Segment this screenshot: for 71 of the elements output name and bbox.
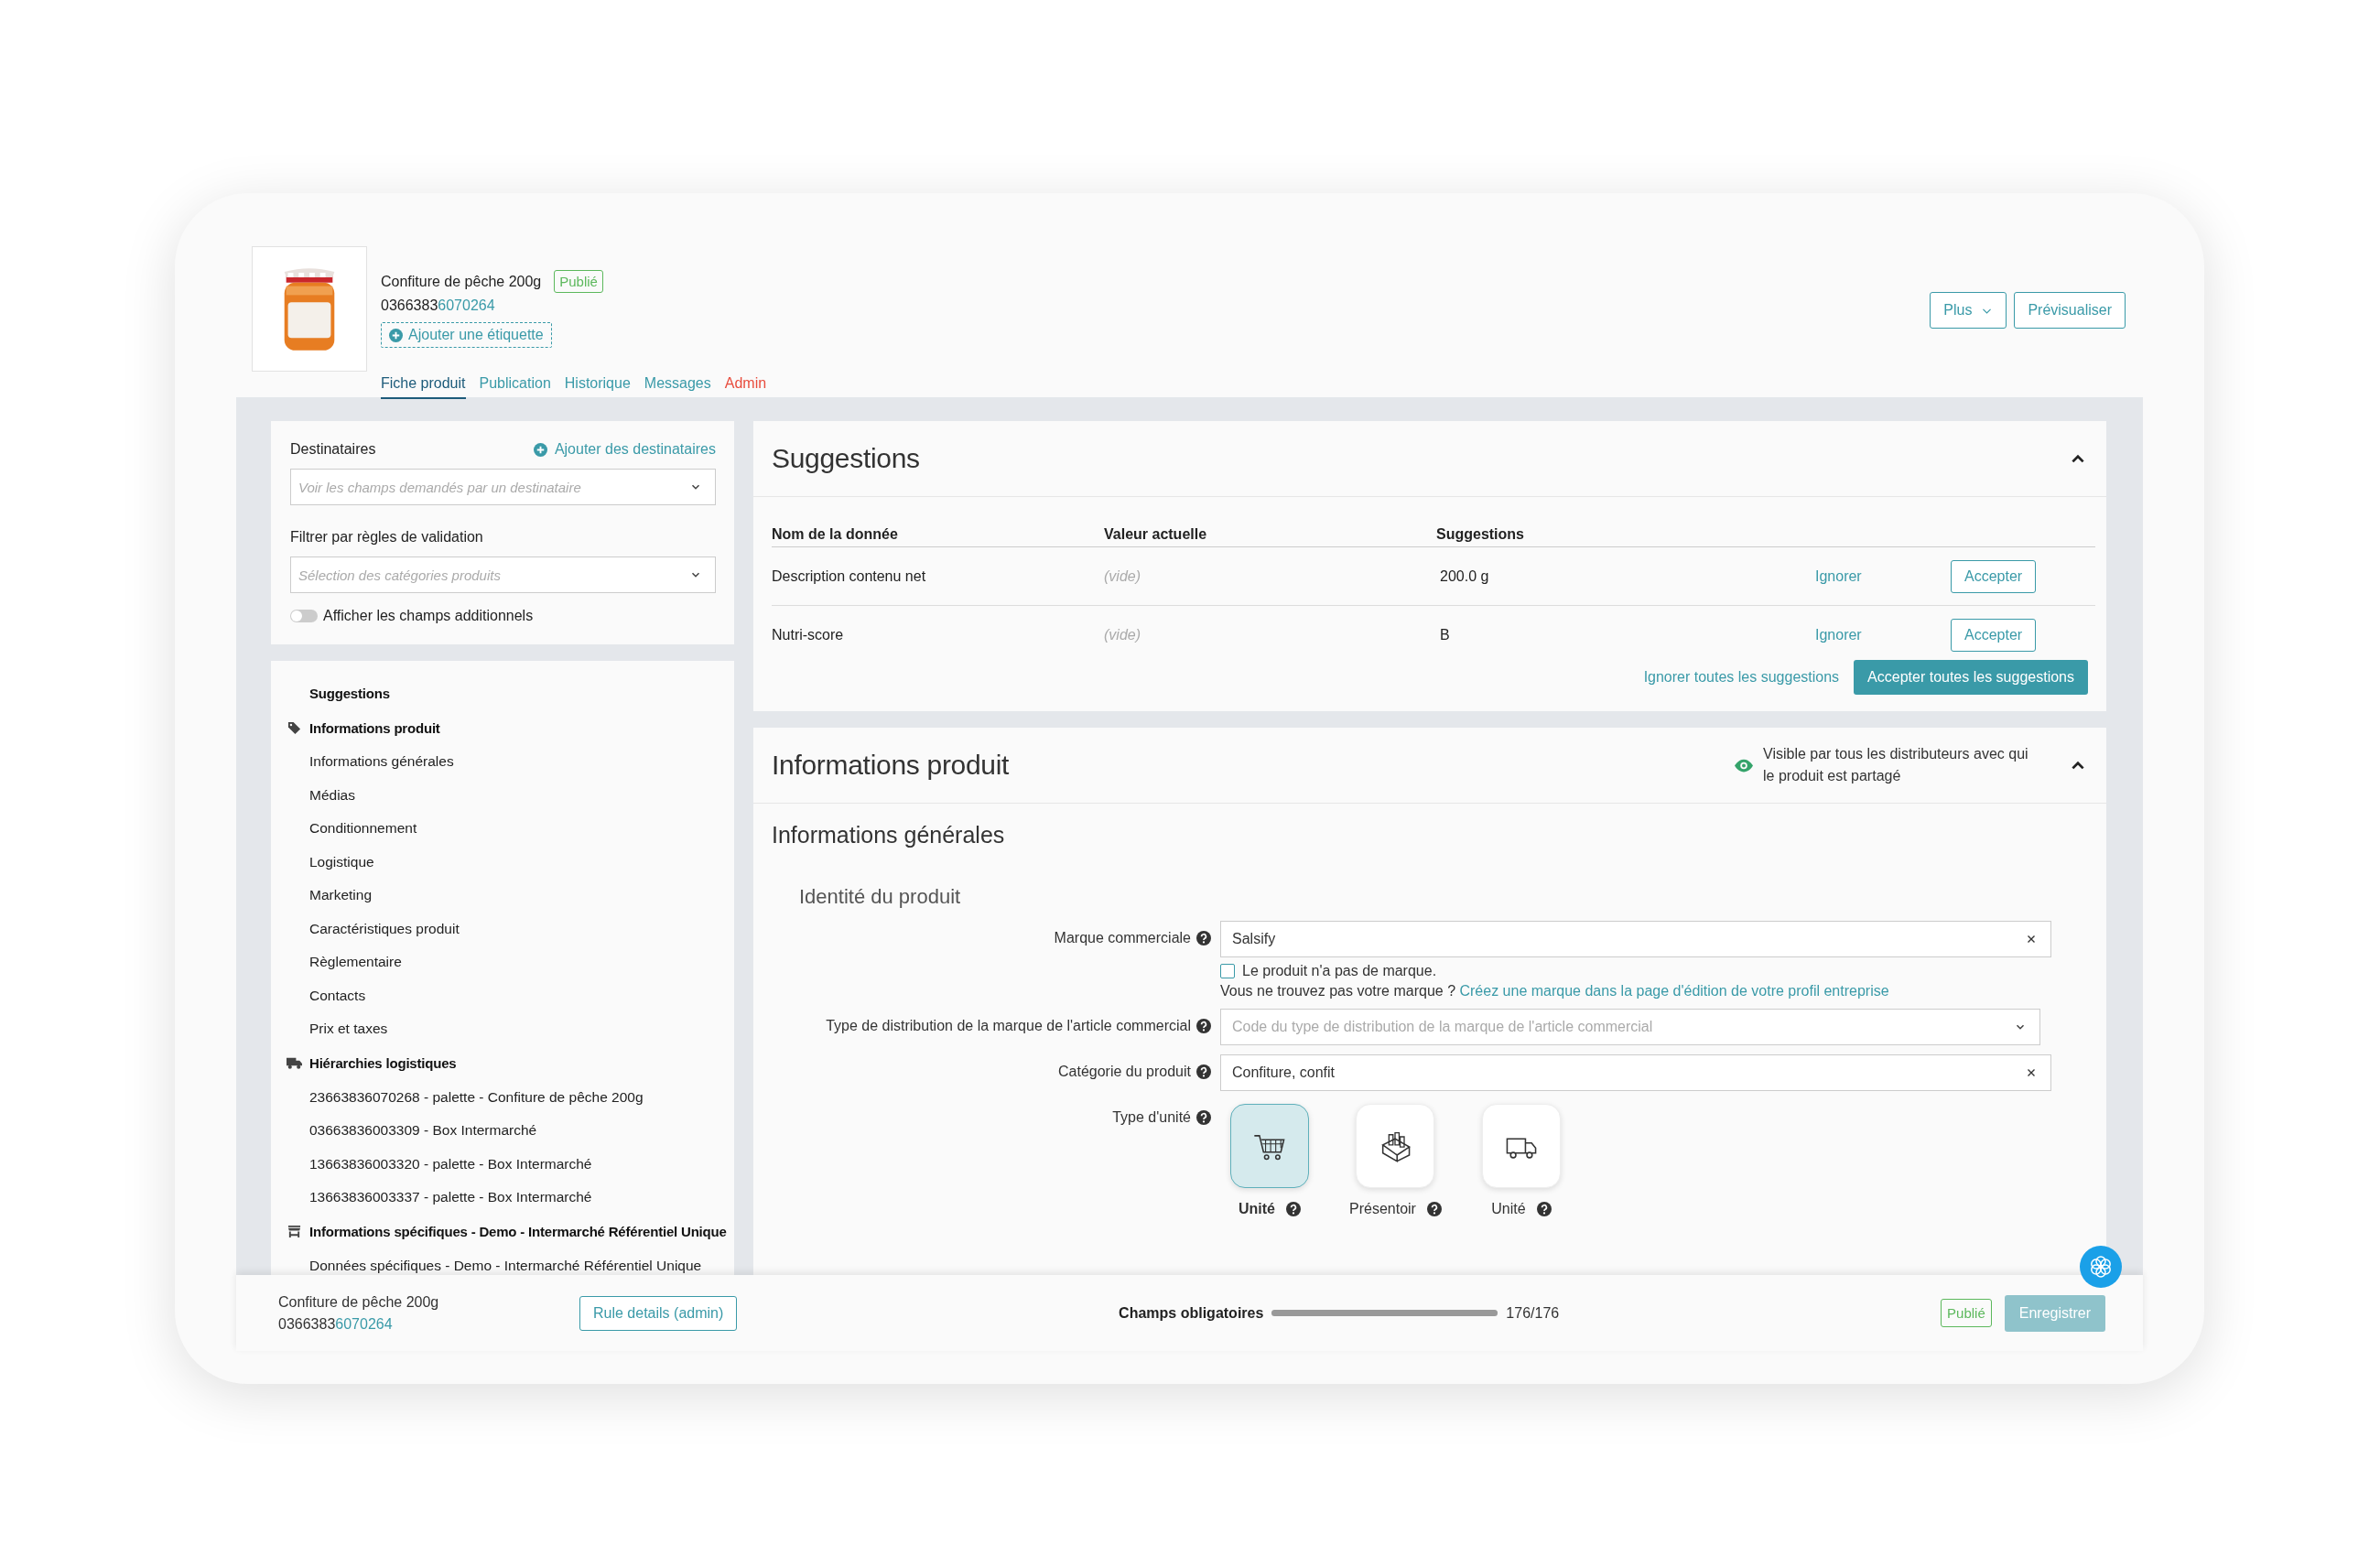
nav-section-link[interactable]: Suggestions	[309, 685, 390, 701]
unit-label: Unité	[1239, 1201, 1275, 1217]
column-header: Valeur actuelle	[1104, 526, 1208, 543]
help-icon	[1196, 1019, 1211, 1033]
nav-link[interactable]: Caractéristiques produit	[287, 912, 725, 945]
input-field[interactable]: Salsify	[1220, 921, 2051, 957]
column-header: Nom de la donnée	[772, 526, 899, 543]
help-icon	[1196, 1110, 1211, 1125]
visibility-note: Visible par tous les distributeurs avec qui le produit est partagé	[1763, 745, 2029, 785]
nav-link[interactable]: Données spécifiques - Demo - Intermarché Référentiel Unique	[287, 1248, 725, 1275]
field-label: Filtrer par règles de validation	[290, 529, 484, 546]
status-badge: Publié	[1941, 1299, 1992, 1327]
hint-text: Vous ne trouvez pas votre marque ? Créez une marque dans la page d'édition de votre profil entreprise	[1220, 983, 1889, 999]
eye-icon	[1735, 758, 1753, 773]
nav-link[interactable]: Prix et taxes	[287, 1012, 725, 1046]
field-label: Type d'unité	[1112, 1109, 1191, 1126]
nav-link[interactable]: Marketing	[287, 879, 725, 913]
table-cell-text: Description contenu net	[772, 567, 927, 585]
nav-link[interactable]: 23663836070268 - palette - Confiture de pêche 200g	[287, 1080, 725, 1114]
flower-button-icon[interactable]	[2080, 1246, 2122, 1288]
subsection-title: Identité du produit	[799, 885, 962, 909]
column-header: Suggestions	[1436, 526, 1525, 543]
unit-type-option[interactable]	[1230, 1104, 1309, 1188]
nav-link[interactable]: Informations générales	[287, 745, 725, 779]
table-cell-text: (vide)	[1104, 626, 1141, 643]
table-cell-text: Nutri-score	[772, 626, 845, 643]
progress-label: Champs obligatoires	[1119, 1304, 1264, 1322]
nav-section-link[interactable]: Informations spécifiques - Demo - Intermarché Référentiel Unique	[309, 1224, 727, 1239]
toggle-label: Afficher les champs additionnels	[323, 608, 534, 624]
field-label: Destinataires	[290, 441, 376, 458]
nav-link[interactable]: 13663836003320 - palette - Box Intermarché	[287, 1147, 725, 1181]
help-icon	[1196, 1064, 1211, 1079]
field-label: Type de distribution de la marque de l'article commercial	[826, 1018, 1191, 1034]
checkbox-label: Le produit n'a pas de marque.	[1242, 963, 1437, 979]
nav-link[interactable]: Médias	[287, 778, 725, 812]
help-icon	[1536, 1202, 1552, 1216]
field-label: Marque commerciale	[1054, 930, 1191, 946]
unit-label: Unité	[1491, 1201, 1526, 1217]
truck-icon	[287, 1056, 302, 1070]
plus-circle-icon	[533, 442, 547, 457]
nav-section-link[interactable]: Hiérarchies logistiques	[309, 1055, 457, 1071]
tab[interactable]: Admin	[724, 373, 767, 399]
checkbox[interactable]	[1220, 964, 1235, 978]
help-icon	[1196, 931, 1211, 945]
panel-title: Suggestions	[772, 443, 921, 474]
plus-circle-icon	[389, 328, 403, 342]
nav-link[interactable]: Conditionnement	[287, 812, 725, 846]
input-field[interactable]: Confiture, confit	[1220, 1054, 2051, 1091]
toggle-switch[interactable]	[290, 610, 318, 622]
table-cell-text: 200.0 g	[1439, 567, 1490, 585]
nav-link[interactable]: 03663836003309 - Box Intermarché	[287, 1114, 725, 1148]
nav-link[interactable]: Règlementaire	[287, 945, 725, 979]
panel-title: Informations produit	[772, 750, 1011, 781]
product-name: Confiture de pêche 200g	[381, 273, 542, 290]
product-code: 03663836070264	[381, 297, 495, 314]
field-label: Catégorie du produit	[1058, 1064, 1191, 1080]
section-title: Informations générales	[772, 822, 1006, 848]
table-cell-text: B	[1439, 626, 1451, 643]
table-cell-text: (vide)	[1104, 567, 1141, 585]
unit-label: Présentoir	[1349, 1201, 1416, 1217]
help-icon	[1426, 1202, 1442, 1216]
status-badge: Publié	[554, 270, 603, 293]
nav-link[interactable]: Contacts	[287, 978, 725, 1012]
nav-link[interactable]: 13663836003337 - palette - Box Intermarché	[287, 1181, 725, 1215]
progress-reading: 176/176	[1506, 1304, 1560, 1322]
help-icon	[1286, 1202, 1301, 1216]
tag-icon	[287, 720, 302, 735]
product-code: 03663836070264	[278, 1315, 394, 1333]
nav-section-link[interactable]: Informations produit	[309, 719, 440, 736]
nav-link[interactable]: Logistique	[287, 845, 725, 879]
product-name: Confiture de pêche 200g	[278, 1293, 440, 1311]
